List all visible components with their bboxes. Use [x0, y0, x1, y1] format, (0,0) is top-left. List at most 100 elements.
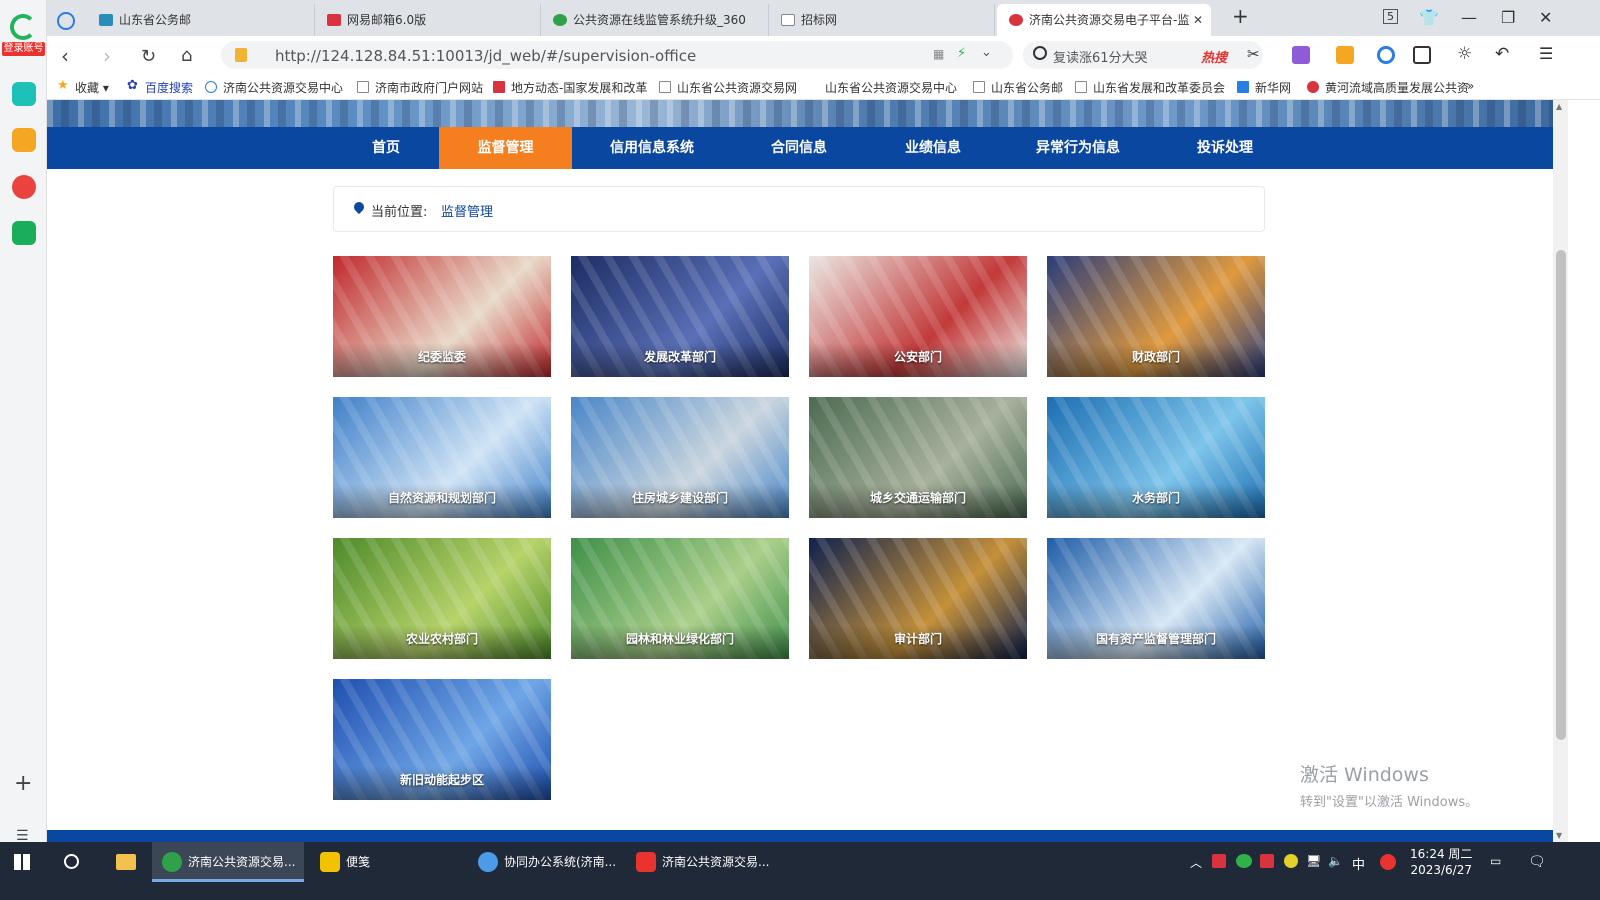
bookmark-favorites[interactable]: ★ 收藏 ▾ — [57, 78, 109, 96]
favorites-star-icon[interactable] — [12, 128, 36, 152]
scissors-icon[interactable]: ✂ — [1247, 45, 1265, 63]
translate-icon[interactable] — [1292, 46, 1310, 64]
ime-indicator[interactable]: 中 — [1352, 854, 1365, 873]
department-card[interactable]: 水务部门 — [1047, 397, 1265, 518]
apps-grid-icon[interactable] — [1413, 46, 1431, 64]
department-card[interactable]: 审计部门 — [809, 538, 1027, 659]
restore-icon[interactable]: ❐ — [1501, 8, 1515, 27]
department-card[interactable]: 住房城乡建设部门 — [571, 397, 789, 518]
add-sidebar-item-icon[interactable]: + — [14, 773, 32, 795]
speed-mode-icon[interactable]: ⚡ — [957, 46, 966, 61]
tab-count-badge[interactable]: 5 — [1383, 9, 1398, 24]
search-box[interactable]: 复读涨61分大哭 热搜 — [1023, 41, 1263, 69]
bookmarks-more-icon[interactable]: » — [1467, 79, 1474, 93]
network-icon[interactable]: 🖥 — [1306, 854, 1321, 868]
address-url[interactable]: http://124.128.84.51:10013/jd_web/#/supe… — [275, 47, 696, 65]
bookmark-jinan-gov[interactable]: 济南市政府门户网站 — [357, 79, 483, 96]
department-card[interactable]: 公安部门 — [809, 256, 1027, 377]
bookmark-xinhua[interactable]: 新华网 — [1237, 79, 1291, 96]
system-clock[interactable]: 16:24 周二 2023/6/27 — [1410, 846, 1472, 878]
tray-security-icon[interactable] — [1260, 854, 1274, 868]
department-card[interactable]: 国有资产监督管理部门 — [1047, 538, 1265, 659]
tab-jinan-platform[interactable]: 济南公共资源交易电子平台-监 ✕ — [997, 4, 1211, 36]
address-bar[interactable]: http://124.128.84.51:10013/jd_web/#/supe… — [221, 41, 1013, 69]
home-icon[interactable]: ⌂ — [181, 45, 192, 66]
search-input[interactable]: 复读涨61分大哭 — [1053, 47, 1148, 66]
taskbar-search-button[interactable] — [52, 842, 92, 882]
hot-search-label[interactable]: 热搜 — [1201, 47, 1227, 66]
tray-app-icon[interactable] — [1212, 854, 1226, 868]
scroll-up-icon[interactable]: ▲ — [1556, 102, 1562, 111]
clock-date: 2023/6/27 — [1410, 863, 1472, 877]
bookmark-ndrc-local[interactable]: 地方动态-国家发展和改革 — [493, 79, 647, 96]
department-card[interactable]: 园林和林业绿化部门 — [571, 538, 789, 659]
tab-shandong-mail[interactable]: 山东省公务邮 — [87, 4, 315, 36]
nav-abnormal-behavior[interactable]: 异常行为信息 — [1009, 127, 1147, 169]
page-scrollbar[interactable]: ▲ ▼ — [1553, 100, 1568, 842]
department-card[interactable]: 纪委监委 — [333, 256, 551, 377]
notification-icon[interactable]: 🗨 — [1528, 854, 1546, 870]
nav-contract-info[interactable]: 合同信息 — [737, 127, 861, 169]
scroll-down-icon[interactable]: ▼ — [1556, 831, 1562, 840]
file-explorer-button[interactable] — [104, 842, 148, 882]
magnifier-tool-icon[interactable] — [1377, 46, 1395, 64]
scrollbar-thumb[interactable] — [1556, 250, 1566, 740]
close-window-icon[interactable]: ✕ — [1539, 8, 1552, 27]
nav-home[interactable]: 首页 — [332, 127, 440, 169]
nav-complaint-handling[interactable]: 投诉处理 — [1163, 127, 1287, 169]
security-warning-icon[interactable] — [235, 48, 247, 62]
department-card[interactable]: 发展改革部门 — [571, 256, 789, 377]
department-card[interactable]: 城乡交通运输部门 — [809, 397, 1027, 518]
department-card-label: 公安部门 — [893, 350, 942, 364]
shirt-skin-icon[interactable]: 👕 — [1419, 8, 1439, 27]
minimize-icon[interactable]: — — [1461, 8, 1477, 27]
bookmark-jinan-trading-center[interactable]: 济南公共资源交易中心 — [205, 79, 343, 96]
tab-search-result[interactable]: 公共资源在线监管系统升级_360 — [541, 4, 769, 36]
nav-performance-info[interactable]: 业绩信息 — [871, 127, 995, 169]
department-card[interactable]: 财政部门 — [1047, 256, 1265, 377]
mail-icon[interactable] — [12, 221, 36, 245]
bookmark-shandong-ndrc[interactable]: 山东省发展和改革委员会 — [1075, 79, 1225, 96]
bookmark-shandong-trading-net[interactable]: 山东省公共资源交易网 — [659, 79, 797, 96]
nav-credit-system[interactable]: 信用信息系统 — [587, 127, 717, 169]
volume-icon[interactable]: 🔈 — [1328, 854, 1343, 868]
forward-icon[interactable]: › — [103, 44, 111, 68]
back-icon[interactable]: ‹ — [61, 44, 69, 68]
new-tab-icon[interactable]: + — [1232, 4, 1249, 28]
department-card[interactable]: 农业农村部门 — [333, 538, 551, 659]
nav-supervision[interactable]: 监督管理 — [439, 127, 572, 169]
brightness-icon[interactable]: ☼ — [1457, 44, 1475, 64]
qr-code-icon[interactable]: ▦ — [933, 47, 944, 61]
taskbar-item-browser[interactable]: 济南公共资源交易... — [152, 842, 304, 882]
bookmark-yellow-river[interactable]: 黄河流域高质量发展公共资 — [1307, 79, 1469, 96]
tab-bidding[interactable]: 招标网 — [769, 4, 995, 36]
show-desktop-icon[interactable]: ▭ — [1490, 854, 1501, 868]
tray-expand-icon[interactable]: ︿ — [1190, 854, 1202, 871]
department-card[interactable]: 新旧动能起步区 — [333, 679, 551, 800]
tab-163-mail[interactable]: 网易邮箱6.0版 — [315, 4, 541, 36]
browser-menu-icon[interactable]: ☰ — [1539, 44, 1557, 63]
bookmark-label: 济南市政府门户网站 — [375, 81, 484, 95]
wechat-icon[interactable] — [1236, 854, 1252, 868]
bookmark-baidu[interactable]: ✿ 百度搜索 — [127, 78, 193, 96]
login-badge[interactable]: 登录账号 — [2, 42, 45, 56]
navigation-icon[interactable] — [57, 12, 75, 30]
weibo-icon[interactable] — [12, 175, 36, 199]
bookmark-shandong-mail[interactable]: 山东省公务邮 — [973, 79, 1063, 96]
browser-logo-icon[interactable] — [10, 14, 36, 40]
undo-icon[interactable]: ↶ — [1495, 44, 1513, 64]
address-dropdown-icon[interactable]: ⌄ — [981, 45, 992, 60]
bookmark-shandong-trading-center[interactable]: 山东省公共资源交易中心 — [807, 79, 957, 96]
shield-coupon-icon[interactable] — [1336, 46, 1354, 64]
add-app-icon[interactable] — [12, 82, 36, 106]
sogou-ime-icon[interactable] — [1380, 854, 1396, 870]
breadcrumb-current[interactable]: 监督管理 — [441, 201, 493, 220]
reload-icon[interactable]: ↻ — [141, 46, 156, 67]
start-button[interactable] — [0, 842, 46, 882]
close-tab-icon[interactable]: ✕ — [1193, 4, 1203, 36]
department-card[interactable]: 自然资源和规划部门 — [333, 397, 551, 518]
taskbar-item-wps[interactable]: 济南公共资源交易... — [626, 842, 778, 882]
taskbar-item-notes[interactable]: 便笺 — [310, 842, 462, 882]
taskbar-item-office[interactable]: 协同办公系统(济南... — [468, 842, 620, 882]
tray-plus-icon[interactable] — [1284, 854, 1298, 868]
